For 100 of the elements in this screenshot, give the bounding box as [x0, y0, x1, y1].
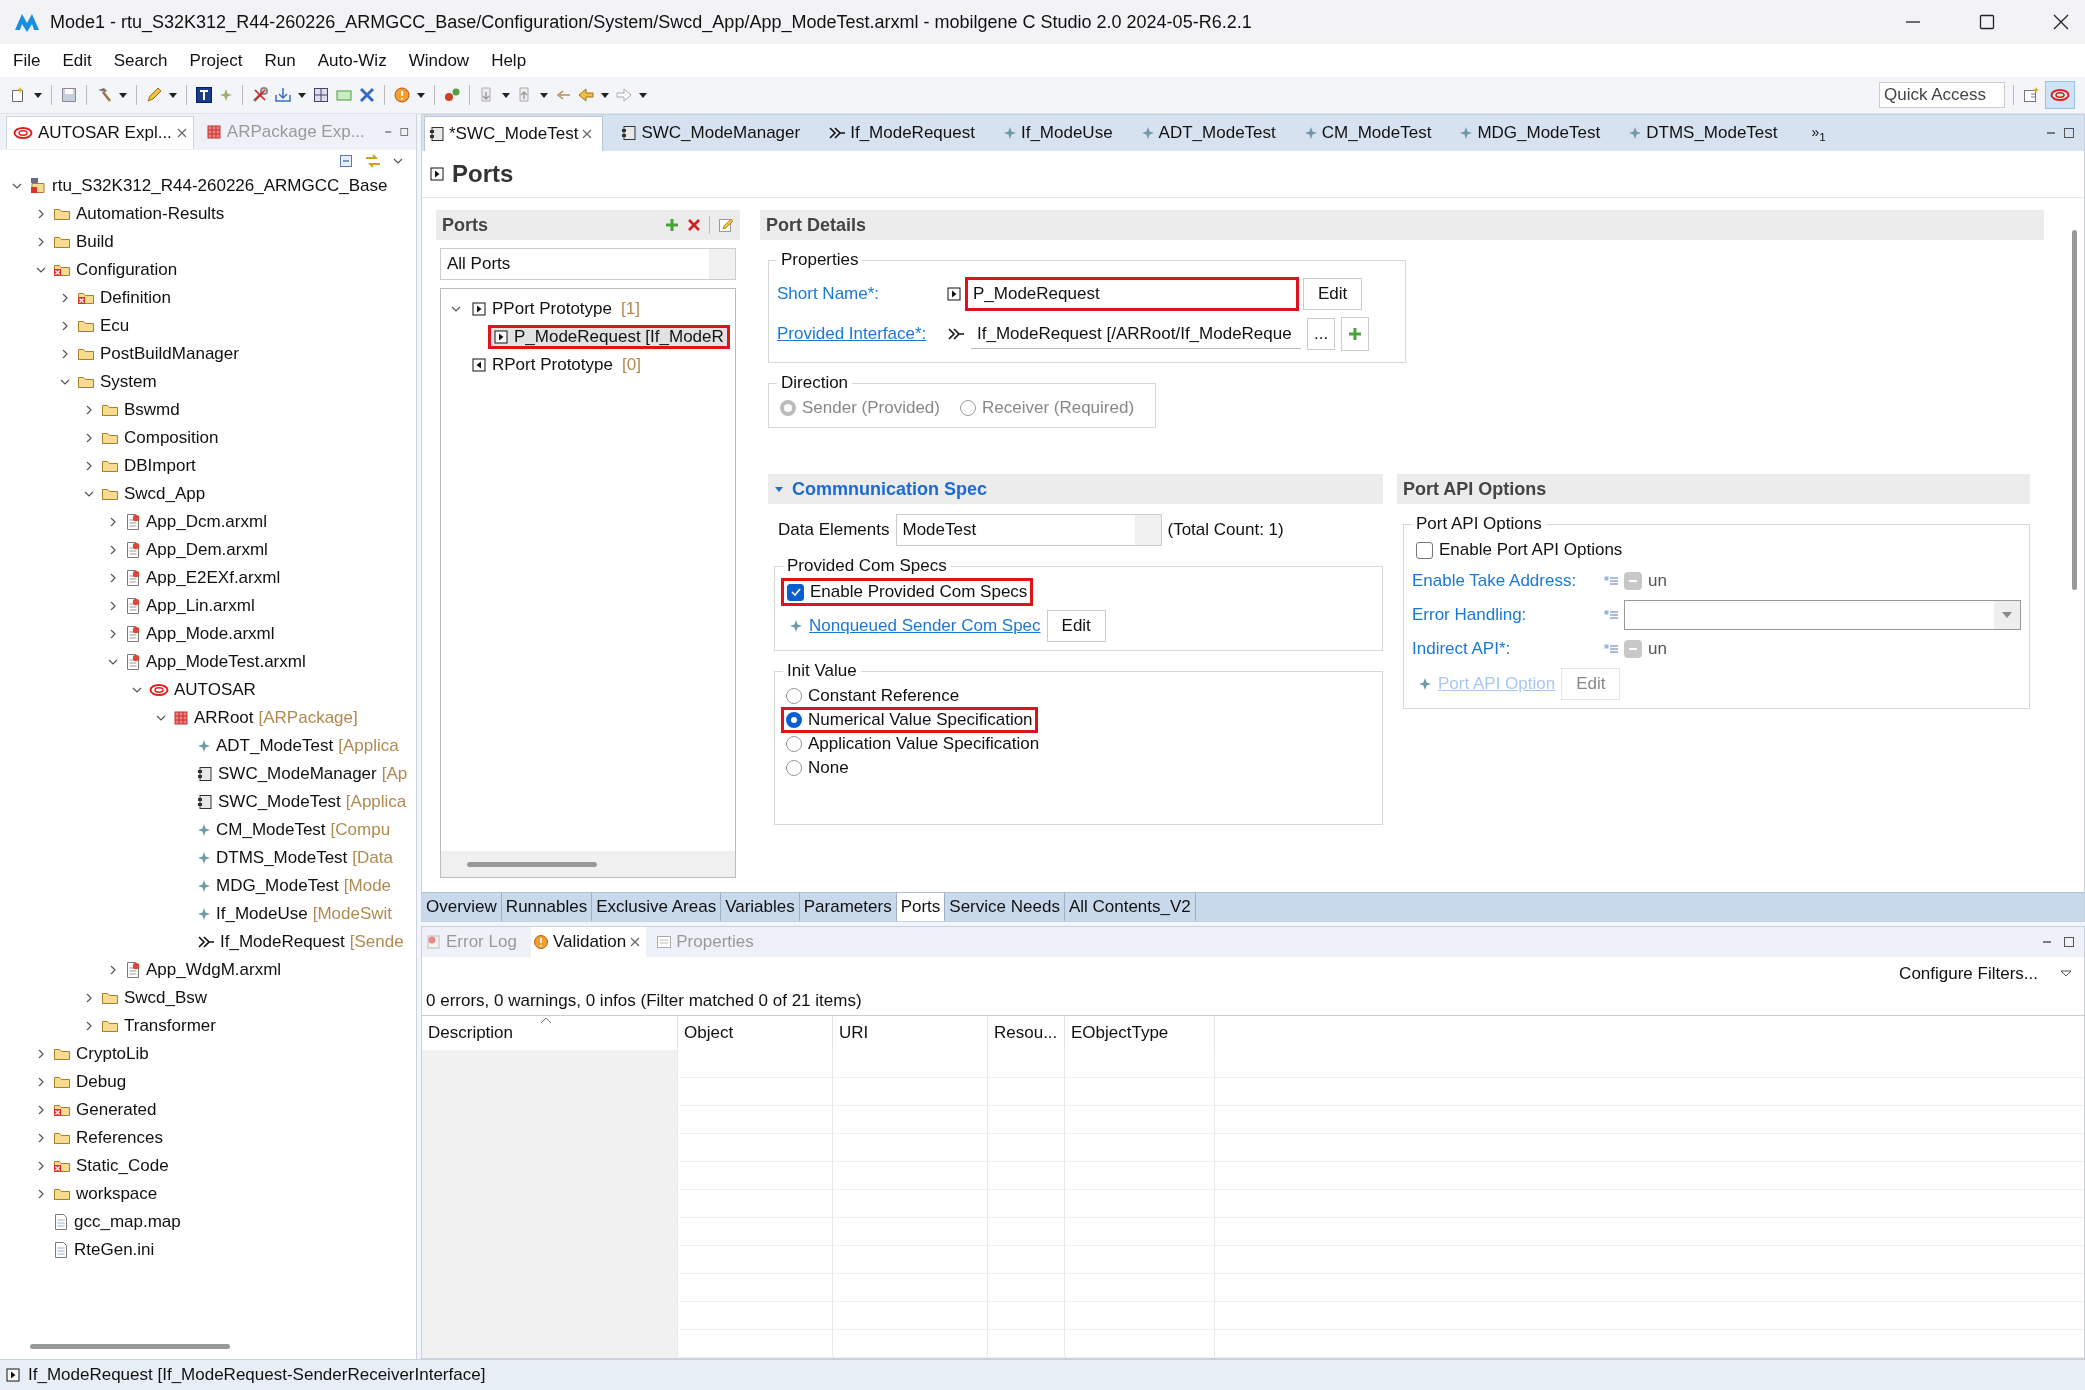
editor-tab[interactable]: If_ModeUse — [998, 116, 1123, 150]
checkbox[interactable]: Enable Provided Com Specs — [783, 580, 1032, 604]
tree-item[interactable]: Bswmd — [124, 400, 180, 420]
browse-button[interactable]: ... — [1307, 318, 1336, 350]
editor-tab[interactable]: CM_ModeTest — [1299, 116, 1442, 150]
page-tab[interactable]: Overview — [422, 893, 502, 921]
com-spec-link[interactable]: Nonqueued Sender Com Spec — [809, 616, 1041, 636]
tree-item[interactable]: App_Dcm.arxml — [146, 512, 267, 532]
menu-item[interactable]: Auto-Wiz — [317, 50, 387, 71]
view-tab[interactable]: AUTOSAR Expl... — [6, 115, 194, 149]
editor-tab[interactable]: SWC_ModeManager — [617, 116, 811, 150]
field-label: Indirect API*: — [1412, 639, 1512, 659]
edit-button[interactable]: Edit — [1303, 278, 1363, 310]
tree-item[interactable]: References — [76, 1128, 163, 1148]
tree-item-type: [Data — [352, 848, 393, 868]
window-title: Mode1 - rtu_S32K312_R44-260226_ARMGCC_Base/Configuration/System/Swcd_App/App_ModeTest.arxml - mobilgene C Studio 2.0 2024-05-R6.2.1 — [50, 11, 1252, 33]
editor-tab[interactable]: If_ModeRequest — [824, 116, 985, 150]
tree-item-type: [ARPackage] — [258, 708, 358, 728]
item-count: [1] — [621, 299, 640, 319]
tree-item[interactable]: RPort Prototype — [468, 355, 617, 375]
column-header[interactable]: Object — [678, 1016, 833, 1050]
radio-option[interactable]: None — [783, 757, 852, 779]
column-header[interactable]: EObjectType — [1065, 1016, 1215, 1050]
tree-item-type: [Sende — [349, 932, 404, 952]
configure-filters-link[interactable]: Configure Filters... — [1899, 963, 2038, 984]
tree-item[interactable]: ADT_ModeTest — [216, 736, 334, 756]
page-tab[interactable]: Variables — [721, 893, 800, 921]
tree-item[interactable]: If_ModeUse — [216, 904, 308, 924]
tree-item[interactable]: CryptoLib — [76, 1044, 149, 1064]
menu-item[interactable]: Help — [491, 50, 527, 71]
page-title: Ports — [452, 160, 514, 188]
editor-tab[interactable]: DTMS_ModeTest — [1624, 116, 1788, 150]
tree-item[interactable]: ARRoot — [194, 708, 254, 728]
tree-item[interactable]: rtu_S32K312_R44-260226_ARMGCC_Base — [52, 176, 388, 196]
page-tab[interactable]: Service Needs — [945, 893, 1065, 921]
section-header[interactable]: Commnunication Spec — [768, 474, 1383, 504]
editor-tab[interactable]: MDG_ModeTest — [1455, 116, 1611, 150]
tree-item[interactable]: AUTOSAR — [174, 680, 256, 700]
menu-item[interactable]: File — [13, 50, 41, 71]
tree-item[interactable]: App_E2EXf.arxml — [146, 568, 281, 588]
tree-item[interactable]: Generated — [76, 1100, 157, 1120]
tree-item[interactable]: workspace — [76, 1184, 158, 1204]
radio-option[interactable]: Numerical Value Specification — [783, 709, 1036, 731]
tree-item[interactable]: PostBuildManager — [100, 344, 239, 364]
column-header[interactable]: URI — [833, 1016, 988, 1050]
tree-item[interactable]: RteGen.ini — [74, 1240, 155, 1260]
group-title: Port API Options — [1415, 514, 1543, 534]
radio-option[interactable]: Constant Reference — [783, 685, 963, 707]
tree-item[interactable]: MDG_ModeTest — [216, 876, 339, 896]
tree-item[interactable]: PPort Prototype — [468, 299, 616, 319]
column-header[interactable]: Resou... — [988, 1016, 1065, 1050]
tree-item[interactable]: If_ModeRequest — [220, 932, 345, 952]
page-tab[interactable]: All Contents_V2 — [1064, 893, 1196, 921]
menu-item[interactable]: Run — [264, 50, 296, 71]
radio-option[interactable]: Application Value Specification — [783, 733, 1043, 755]
tree-item[interactable]: App_Dem.arxml — [146, 540, 268, 560]
tree-item[interactable]: Swcd_App — [124, 484, 206, 504]
page-tab[interactable]: Runnables — [501, 893, 593, 921]
tree-item[interactable]: Composition — [124, 428, 219, 448]
tree-item[interactable]: P_ModeRequest [If_ModeR — [490, 327, 728, 347]
tree-item[interactable]: DBImport — [124, 456, 196, 476]
tree-item[interactable]: Definition — [100, 288, 171, 308]
tree-item[interactable]: System — [100, 372, 157, 392]
tree-item[interactable]: App_WdgM.arxml — [146, 960, 282, 980]
interface-field[interactable]: If_ModeRequest [/ARRoot/If_ModeReque — [971, 319, 1301, 349]
section-title: Ports — [442, 214, 488, 236]
tree-item[interactable]: SWC_ModeTest — [218, 792, 341, 812]
menu-item[interactable]: Project — [189, 50, 243, 71]
tree-item[interactable]: SWC_ModeManager — [218, 764, 377, 784]
quick-access-field[interactable]: Quick Access — [1879, 82, 2005, 108]
checkbox[interactable]: Enable Port API Options — [1412, 538, 1627, 562]
provided-interface-link[interactable]: Provided Interface*: — [777, 324, 941, 344]
tree-item[interactable]: gcc_map.map — [74, 1212, 181, 1232]
view-tab[interactable]: Validation — [530, 927, 647, 957]
tree-item[interactable]: Debug — [76, 1072, 127, 1092]
menu-item[interactable]: Search — [113, 50, 168, 71]
menu-item[interactable]: Window — [408, 50, 470, 71]
tree-item[interactable]: Swcd_Bsw — [124, 988, 208, 1008]
tree-item[interactable]: App_ModeTest.arxml — [146, 652, 306, 672]
tree-item[interactable]: Ecu — [100, 316, 130, 336]
tree-item[interactable]: Automation-Results — [76, 204, 225, 224]
editor-tab[interactable]: ADT_ModeTest — [1136, 116, 1286, 150]
tree-item[interactable]: DTMS_ModeTest — [216, 848, 348, 868]
tree-item[interactable]: Configuration — [76, 260, 178, 280]
tree-item[interactable]: Transformer — [124, 1016, 216, 1036]
editor-tab[interactable]: *SWC_ModeTest — [424, 115, 604, 151]
short-name-field[interactable]: P_ModeRequest — [967, 279, 1297, 309]
tab-overflow[interactable]: »$_{1}$ — [1811, 123, 1826, 143]
tree-item[interactable]: CM_ModeTest — [216, 820, 326, 840]
tree-item[interactable]: Static_Code — [76, 1156, 169, 1176]
edit-button[interactable]: Edit — [1046, 610, 1106, 642]
data-element-field[interactable]: ModeTest — [895, 514, 1162, 546]
menu-item[interactable]: Edit — [62, 50, 92, 71]
page-tab[interactable]: Exclusive Areas — [592, 893, 722, 921]
filter-field[interactable]: All Ports — [440, 248, 736, 280]
page-tab[interactable]: Parameters — [799, 893, 897, 921]
tree-item[interactable]: Build — [76, 232, 114, 252]
tree-item[interactable]: App_Mode.arxml — [146, 624, 275, 644]
tree-item[interactable]: App_Lin.arxml — [146, 596, 255, 616]
page-tab[interactable]: Ports — [896, 893, 946, 921]
